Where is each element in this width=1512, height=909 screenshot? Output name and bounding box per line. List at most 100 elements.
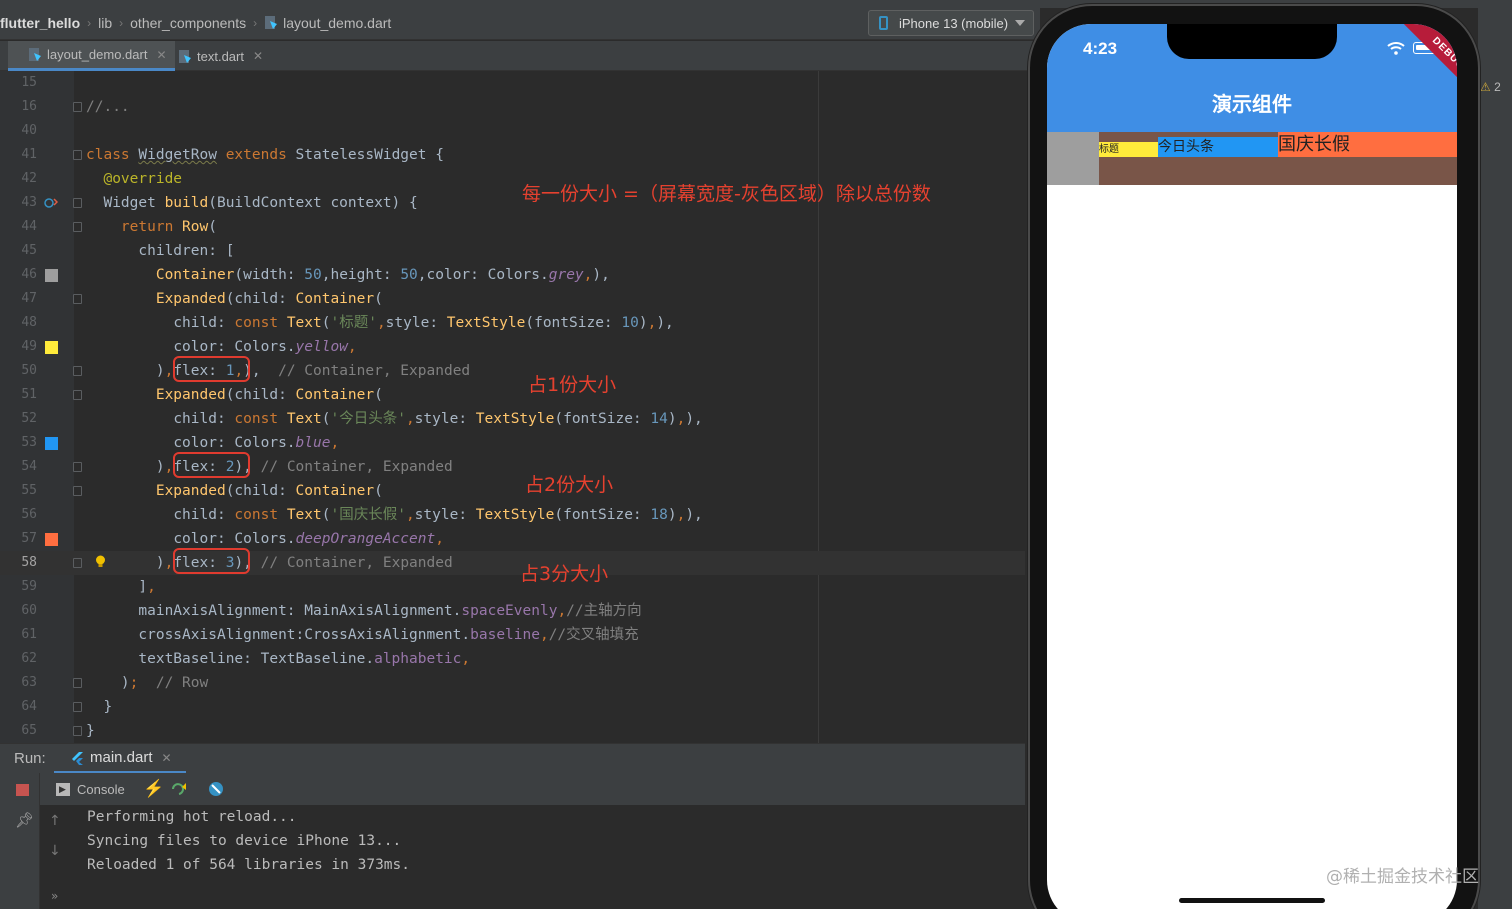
tab-label: layout_demo.dart bbox=[47, 47, 148, 62]
more-icon[interactable]: » bbox=[51, 889, 58, 903]
status-time: 4:23 bbox=[1083, 39, 1118, 58]
code-line: 55 Expanded(child: Container( bbox=[21, 483, 383, 499]
color-swatch-yellow[interactable] bbox=[45, 341, 58, 354]
console-tab-label: Console bbox=[77, 782, 125, 797]
code-line: 64 } bbox=[21, 699, 113, 715]
console-line: Syncing files to device iPhone 13... bbox=[87, 833, 402, 849]
breadcrumb-file[interactable]: layout_demo.dart bbox=[264, 15, 391, 31]
code-line: 59 ], bbox=[21, 579, 156, 595]
code-line: 40 bbox=[21, 123, 37, 138]
phone-icon bbox=[879, 16, 888, 30]
code-line-current: 58 ),flex: 3), // Container, Expanded bbox=[0, 551, 1025, 575]
hot-restart-icon[interactable] bbox=[170, 781, 188, 797]
app-bar-title: 演示组件 bbox=[1212, 92, 1292, 116]
fold-icon[interactable] bbox=[73, 366, 82, 376]
highlight-flex-2 bbox=[173, 452, 250, 478]
console-line: Performing hot reload... bbox=[87, 809, 297, 825]
arrow-up-icon[interactable]: ↑ bbox=[49, 813, 61, 829]
fold-icon[interactable] bbox=[73, 678, 82, 688]
pin-icon[interactable]: 📌︎ bbox=[15, 811, 34, 829]
fold-icon[interactable] bbox=[73, 222, 82, 232]
console-output[interactable]: Performing hot reload... Syncing files t… bbox=[0, 805, 1025, 909]
fold-icon[interactable] bbox=[73, 198, 82, 208]
code-line: 49 color: Colors.yellow, bbox=[21, 339, 357, 355]
run-tab-label: main.dart bbox=[90, 749, 153, 766]
close-icon[interactable]: ✕ bbox=[162, 751, 172, 765]
fold-icon[interactable] bbox=[73, 462, 82, 472]
annotation-flex-2: 占2份大小 bbox=[525, 474, 614, 496]
run-tab-main[interactable]: main.dart ✕ bbox=[54, 744, 186, 774]
fold-icon[interactable] bbox=[73, 150, 82, 160]
breadcrumb: flutter_hello › lib › other_components ›… bbox=[0, 15, 391, 31]
breadcrumb-lib[interactable]: lib bbox=[98, 15, 112, 31]
devtools-icon[interactable] bbox=[208, 781, 224, 797]
navigation-bar: flutter_hello › lib › other_components ›… bbox=[0, 8, 1040, 40]
code-line: 47 Expanded(child: Container( bbox=[21, 291, 383, 307]
simulator-screen[interactable]: 4:23 演示组件 DEBUG 标题 今日头条 国庆长假 bbox=[1047, 24, 1457, 909]
code-line: 51 Expanded(child: Container( bbox=[21, 387, 383, 403]
code-line: 44 return Row( bbox=[21, 219, 217, 235]
expanded-flex-3: 国庆长假 bbox=[1278, 132, 1457, 157]
color-swatch-orange[interactable] bbox=[45, 533, 58, 546]
fold-icon[interactable] bbox=[73, 486, 82, 496]
dart-file-icon bbox=[29, 48, 41, 61]
highlight-flex-3 bbox=[173, 548, 250, 574]
code-line: 63 ); // Row bbox=[21, 675, 209, 691]
fold-icon[interactable] bbox=[73, 702, 82, 712]
breadcrumb-project[interactable]: flutter_hello bbox=[0, 15, 80, 31]
color-swatch-blue[interactable] bbox=[45, 437, 58, 450]
console-tab[interactable]: ▶ Console bbox=[56, 782, 125, 797]
breadcrumb-folder[interactable]: other_components bbox=[130, 15, 246, 31]
dart-file-icon bbox=[265, 16, 278, 29]
close-icon[interactable]: ✕ bbox=[253, 49, 263, 63]
color-swatch-grey[interactable] bbox=[45, 269, 58, 282]
code-line: 48 child: const Text('标题',style: TextSty… bbox=[21, 315, 674, 331]
code-editor[interactable]: 15 16//... 40 41 class WidgetRow extends … bbox=[0, 71, 1025, 743]
tab-layout-demo[interactable]: layout_demo.dart ✕ bbox=[8, 41, 175, 71]
code-line: 52 child: const Text('今日头条',style: TextS… bbox=[21, 411, 703, 427]
chevron-down-icon bbox=[1015, 20, 1025, 26]
expanded-flex-1: 标题 bbox=[1099, 142, 1158, 157]
demo-row: 标题 今日头条 国庆长假 bbox=[1047, 132, 1457, 185]
code-line: 60 mainAxisAlignment: MainAxisAlignment.… bbox=[21, 603, 642, 619]
device-selector-label: iPhone 13 (mobile) bbox=[899, 15, 1009, 31]
fold-icon[interactable] bbox=[73, 558, 82, 568]
code-line: 46 Container(width: 50,height: 50,color:… bbox=[21, 267, 610, 283]
watermark: @稀土掘金技术社区 bbox=[1326, 867, 1479, 887]
fold-icon[interactable] bbox=[73, 294, 82, 304]
fold-icon[interactable] bbox=[73, 102, 82, 112]
expanded-flex-2: 今日头条 bbox=[1158, 137, 1278, 157]
stop-icon[interactable] bbox=[16, 784, 29, 796]
code-line: 62 textBaseline: TextBaseline.alphabetic… bbox=[21, 651, 471, 667]
code-line: 65} bbox=[21, 723, 95, 739]
tab-text-dart[interactable]: text.dart ✕ bbox=[158, 41, 271, 71]
chevron-right-icon: › bbox=[119, 16, 124, 30]
right-tool-strip bbox=[1478, 8, 1512, 909]
code-line: 61 crossAxisAlignment:CrossAxisAlignment… bbox=[21, 627, 639, 643]
fold-icon[interactable] bbox=[73, 726, 82, 736]
code-line: 45 children: [ bbox=[21, 243, 235, 259]
code-line: 50 ),flex: 1,), // Container, Expanded bbox=[21, 363, 471, 379]
override-icon[interactable] bbox=[44, 197, 58, 209]
editor-tab-bar: layout_demo.dart ✕ text.dart ✕ bbox=[0, 41, 1040, 71]
run-panel-header: Run: main.dart ✕ bbox=[0, 743, 1025, 774]
phone-notch bbox=[1167, 24, 1337, 59]
hot-reload-icon[interactable]: ⚡ bbox=[143, 779, 164, 799]
code-line: 41 class WidgetRow extends StatelessWidge… bbox=[21, 147, 444, 163]
annotation-flex-1: 占1份大小 bbox=[528, 374, 617, 396]
highlight-flex-1 bbox=[173, 356, 250, 382]
console-icon: ▶ bbox=[56, 783, 70, 796]
breadcrumb-file-label: layout_demo.dart bbox=[283, 15, 392, 31]
home-indicator[interactable] bbox=[1179, 898, 1325, 903]
code-line: 56 child: const Text('国庆长假',style: TextS… bbox=[21, 507, 703, 523]
fold-icon[interactable] bbox=[73, 390, 82, 400]
warning-indicator[interactable]: ⚠ 2 bbox=[1480, 80, 1501, 94]
annotation-flex-3: 占3分大小 bbox=[520, 563, 609, 585]
code-line: 57 color: Colors.deepOrangeAccent, bbox=[21, 531, 444, 547]
device-selector[interactable]: iPhone 13 (mobile) bbox=[868, 10, 1034, 36]
wifi-icon bbox=[1387, 42, 1405, 55]
grey-container bbox=[1047, 132, 1099, 185]
arrow-down-icon[interactable]: ↓ bbox=[49, 843, 61, 859]
tab-label: text.dart bbox=[197, 48, 244, 64]
console-line: Reloaded 1 of 564 libraries in 373ms. bbox=[87, 857, 411, 873]
